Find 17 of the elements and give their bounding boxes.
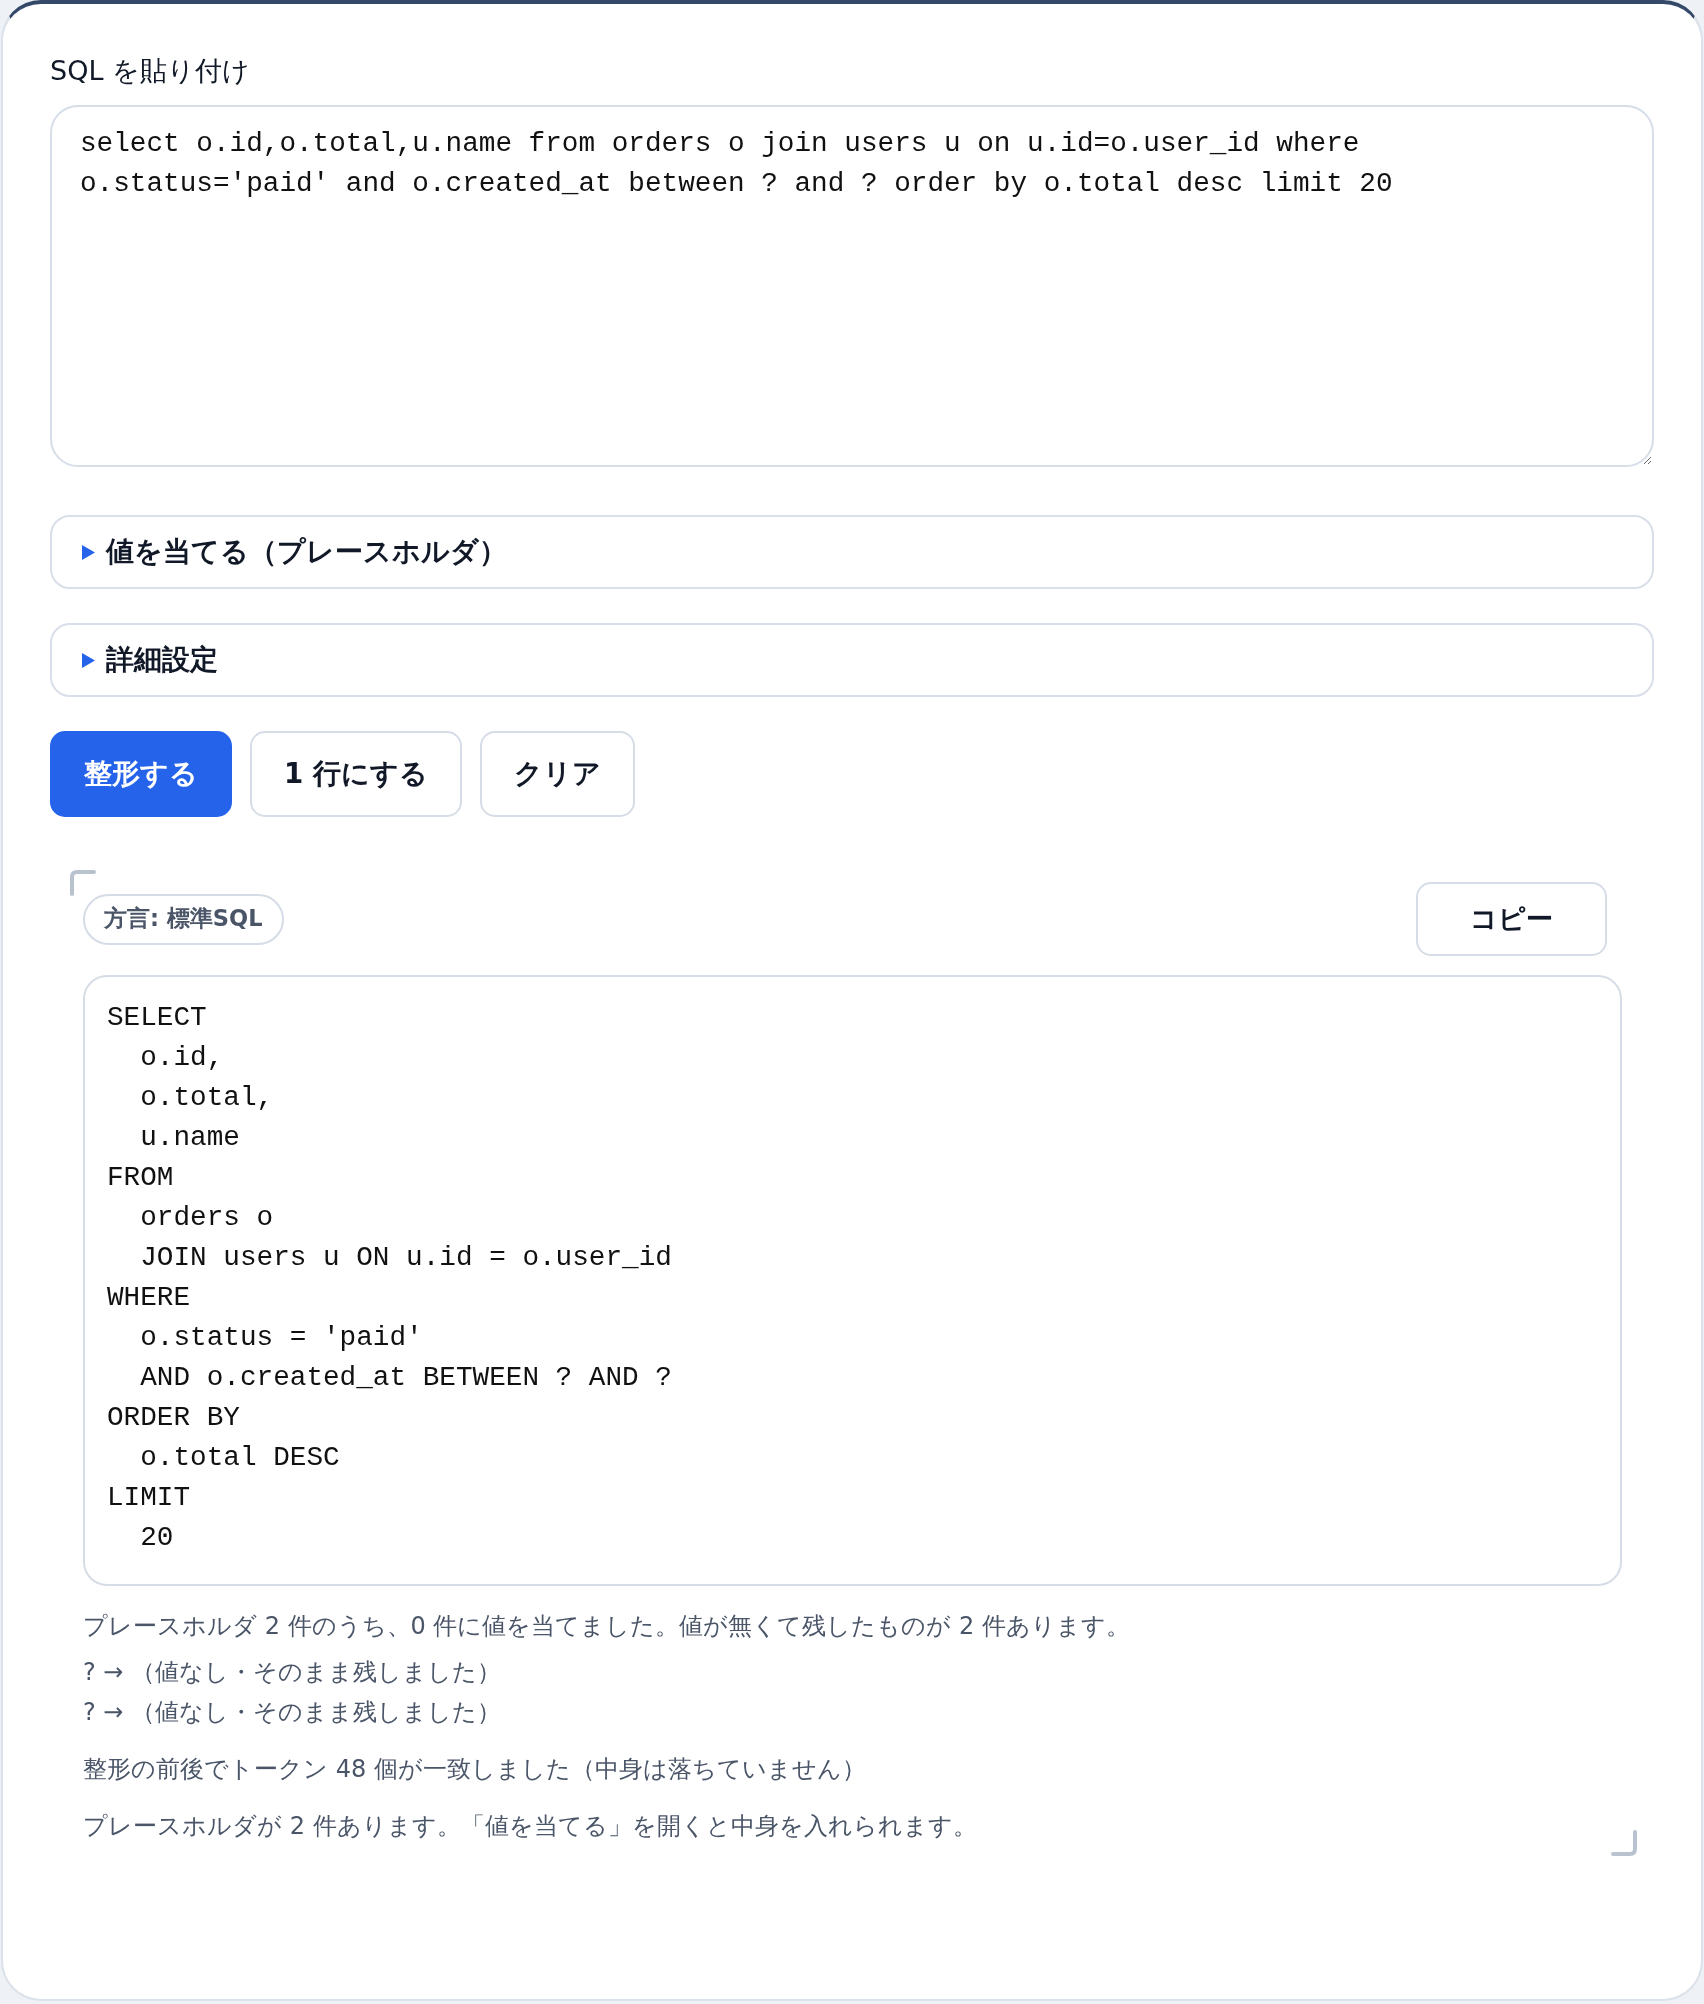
corner-bracket-icon xyxy=(1611,1830,1637,1856)
corner-bracket-icon xyxy=(70,870,96,896)
action-button[interactable]: 整形する xyxy=(50,731,232,817)
placeholder-result-text: ? → （値なし・そのまま残しました） xyxy=(83,1657,503,1688)
section-toggle[interactable]: 値を当てる（プレースホルダ） xyxy=(50,515,1654,589)
token-check-text: 整形の前後でトークン 48 個が一致しました（中身は落ちていません） xyxy=(83,1754,867,1785)
formatted-sql-code: SELECT o.id, o.total, u.name FROM orders o JOIN users u ON u.id = o.user_id WHERE o.status = 'paid' AND o.created_at BETWEEN ? AND ? ORDER BY o.total DESC LIMIT 20 xyxy=(107,1001,673,1555)
sql-input-label: SQL を貼り付け xyxy=(50,54,251,88)
copy-button[interactable]: コピー xyxy=(1416,882,1607,956)
action-button[interactable]: クリア xyxy=(479,731,635,817)
dialect-tag: 方言: 標準SQL xyxy=(83,893,284,945)
placeholder-result-text: ? → （値なし・そのまま残しました） xyxy=(83,1697,503,1728)
section-toggle[interactable]: 詳細設定 xyxy=(50,623,1654,697)
hint-text: プレースホルダが 2 件あります。「値を当てる」を開くと中身を入れられます。 xyxy=(83,1811,978,1842)
sql-input-field[interactable]: select o.id,o.total,u.name from orders o join users u on u.id=o.user_id where o.status='paid' and o.created_at between ? and ? order by o.total desc limit 20 xyxy=(50,105,1654,467)
placeholder-summary-text: プレースホルダ 2 件のうち、0 件に値を当てました。値が無くて残したものが 2 件あります。 xyxy=(83,1611,1131,1642)
action-button[interactable]: 1 行にする xyxy=(250,731,462,817)
